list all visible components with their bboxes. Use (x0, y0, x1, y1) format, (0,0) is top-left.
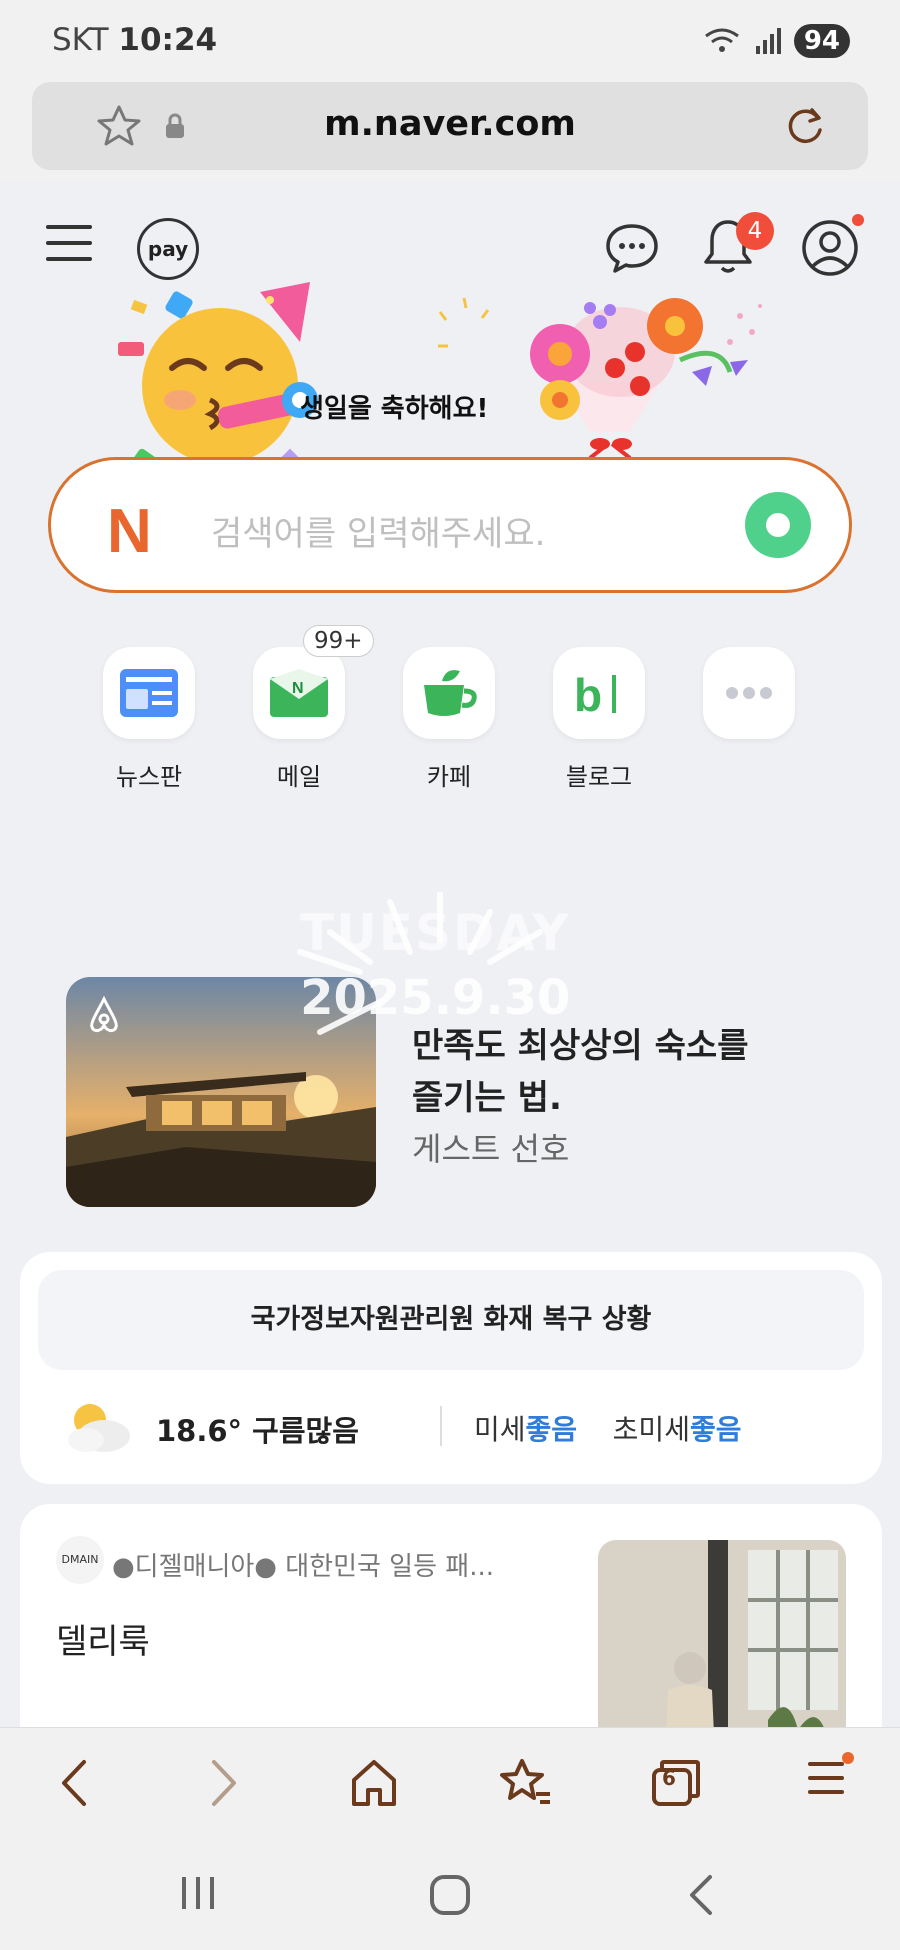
feed-thumbnail[interactable] (598, 1540, 846, 1727)
profile-icon (802, 220, 858, 276)
more-icon (703, 647, 795, 739)
url-text[interactable]: m.naver.com (32, 104, 868, 144)
browser-toolbar: 6 (0, 1727, 900, 1837)
chat-icon[interactable] (604, 222, 660, 274)
menu-lines-icon (808, 1762, 844, 1794)
pay-button[interactable]: pay (137, 218, 199, 280)
ultra-fine-dust-value: 좋음 (689, 1413, 742, 1446)
fine-dust-value: 좋음 (525, 1413, 578, 1446)
ad-subtitle: 게스트 선호 (412, 1130, 570, 1168)
ad-title-line2: 즐기는 법. (412, 1078, 562, 1118)
notification-count-badge: 4 (736, 212, 774, 250)
mail-icon: N 99+ (253, 625, 374, 739)
naver-logo-icon: N (107, 497, 152, 566)
signal-icon (755, 28, 781, 54)
airbnb-logo-icon (90, 995, 118, 1033)
tab-count: 6 (662, 1766, 676, 1790)
blog-icon: b (553, 647, 645, 739)
battery-indicator: 94 (793, 24, 850, 58)
menu-icon[interactable] (44, 222, 94, 264)
mail-count-badge: 99+ (303, 625, 374, 657)
clock: 10:24 (118, 22, 218, 58)
info-card: 국가정보자원관리원 화재 복구 상황 18.6° 구름많음 미세좋음 초미세좋음 (20, 1252, 882, 1484)
recent-apps-icon[interactable] (178, 1873, 218, 1913)
notification-button[interactable]: 4 (702, 212, 774, 280)
fine-dust-label: 미세 (474, 1413, 526, 1446)
newsstand-icon (103, 647, 195, 739)
green-dot-search-button[interactable] (745, 492, 811, 558)
system-navigation (0, 1837, 900, 1950)
tabs-button[interactable]: 6 (650, 1758, 702, 1812)
forward-icon[interactable] (206, 1758, 242, 1808)
air-quality: 미세좋음 초미세좋음 (474, 1408, 741, 1448)
tabs-icon (652, 1760, 700, 1806)
home-icon[interactable] (350, 1758, 398, 1808)
party-face-emoji-icon (118, 282, 318, 480)
quick-link-label: 블로그 (565, 763, 633, 791)
weather-widget[interactable]: 18.6° 구름많음 미세좋음 초미세좋음 (60, 1396, 860, 1456)
carrier: SKT (52, 22, 109, 58)
quick-link-cafe[interactable]: 카페 (374, 647, 524, 792)
status-carrier-time: SKT 10:24 (52, 22, 217, 58)
menu-alert-dot (842, 1752, 854, 1764)
quick-link-more[interactable] (674, 647, 824, 757)
profile-button[interactable] (800, 214, 864, 282)
svg-text:b: b (574, 669, 602, 719)
feed-source: ●디젤매니아● 대한민국 일등 패... (112, 1552, 495, 1582)
status-bar: SKT 10:24 94 (0, 0, 900, 80)
wifi-icon (704, 28, 739, 52)
bookmarks-icon[interactable] (500, 1758, 552, 1808)
temperature: 18.6° 구름많음 (156, 1414, 359, 1448)
status-icons: 94 (702, 24, 850, 58)
notice-banner[interactable]: 국가정보자원관리원 화재 복구 상황 (38, 1270, 864, 1370)
search-input[interactable]: 검색어를 입력해주세요. (211, 506, 545, 555)
quick-link-mail[interactable]: N 99+ 메일 (224, 625, 374, 792)
date-overlay: TUESDAY 2025.9.30 (300, 904, 571, 1026)
flower-bouquet-icon (438, 297, 762, 460)
address-bar[interactable]: m.naver.com (32, 82, 868, 170)
back-icon[interactable] (56, 1758, 92, 1808)
date-day: TUESDAY (300, 904, 571, 962)
cafe-icon (403, 647, 495, 739)
source-logo: DMAIN (56, 1536, 104, 1584)
feed-title[interactable]: 델리룩 (56, 1614, 150, 1663)
reload-icon[interactable] (782, 102, 828, 148)
quick-link-blog[interactable]: b 블로그 (524, 647, 674, 792)
search-box[interactable]: N 검색어를 입력해주세요. (48, 457, 852, 593)
quick-link-newsstand[interactable]: 뉴스판 (74, 647, 224, 792)
feed-card[interactable]: DMAIN ●디젤매니아● 대한민국 일등 패... 델리룩 (20, 1504, 882, 1727)
quick-links: 뉴스판 N 99+ 메일 카페 b 블로그 (0, 625, 900, 797)
date-value: 2025.9.30 (300, 970, 571, 1026)
browser-menu-button[interactable] (806, 1752, 854, 1802)
divider (440, 1406, 442, 1446)
partly-cloudy-icon (68, 1404, 130, 1452)
system-back-icon[interactable] (686, 1873, 716, 1917)
profile-alert-dot (852, 214, 864, 226)
naver-main-page: pay 4 생일을 축하해요! N 검색어를 입력해주세요. 뉴스판 N 99+… (0, 182, 900, 1727)
quick-link-label: 카페 (426, 763, 472, 791)
ultra-fine-dust-label: 초미세 (612, 1413, 690, 1446)
quick-link-label: 메일 (276, 763, 322, 791)
home-button-icon[interactable] (428, 1873, 472, 1917)
quick-link-label: 뉴스판 (115, 763, 183, 791)
svg-text:N: N (292, 680, 304, 697)
